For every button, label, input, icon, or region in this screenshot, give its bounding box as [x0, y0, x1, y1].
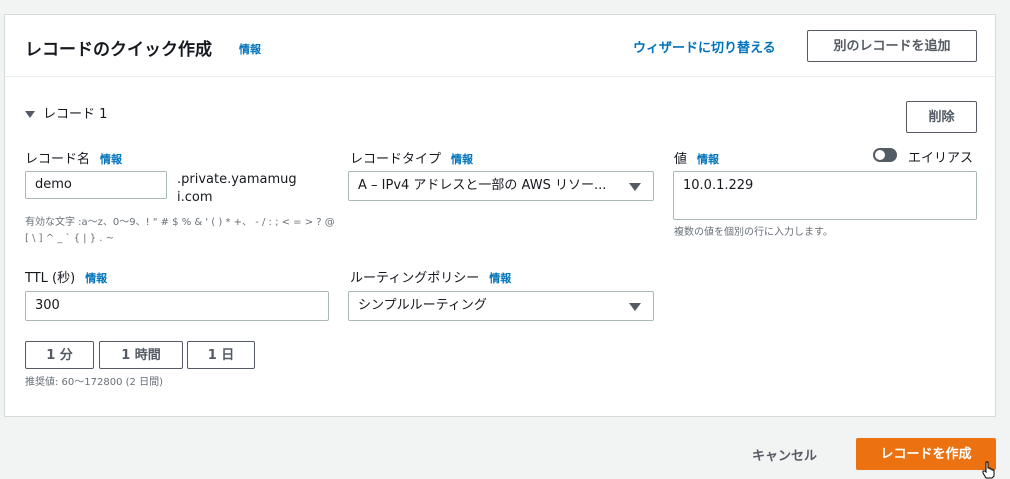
toggle-knob [875, 150, 885, 160]
alias-toggle[interactable] [873, 148, 897, 162]
routing-policy-value: シンプルルーティング [358, 298, 487, 313]
dropdown-arrow-icon [629, 183, 641, 191]
record-type-info-link[interactable]: 情報 [451, 153, 473, 166]
value-label: 値情報 [674, 148, 719, 167]
hand-cursor-icon [982, 461, 995, 479]
record-name-info-link[interactable]: 情報 [100, 153, 122, 166]
routing-policy-info-link[interactable]: 情報 [489, 272, 511, 285]
ttl-1-hour-button[interactable]: 1 時間 [99, 341, 183, 369]
routing-policy-label-text: ルーティングポリシー [350, 271, 480, 286]
record-type-select[interactable]: A – IPv4 アドレスと一部の AWS リソー... [348, 171, 654, 201]
panel-header: レコードのクイック作成 情報 ウィザードに切り替える 別のレコードを追加 [5, 15, 995, 77]
record-type-label-text: レコードタイプ [350, 152, 442, 167]
create-records-button[interactable]: レコードを作成 [856, 438, 996, 470]
cancel-button[interactable]: キャンセル [752, 445, 817, 464]
switch-to-wizard-link[interactable]: ウィザードに切り替える [633, 37, 776, 56]
record-type-value: A – IPv4 アドレスと一部の AWS リソー... [358, 178, 607, 193]
ttl-hint: 推奨値: 60〜172800 (2 日間) [25, 377, 163, 388]
quick-create-panel: レコードのクイック作成 情報 ウィザードに切り替える 別のレコードを追加 レコー… [4, 14, 996, 417]
delete-record-button[interactable]: 削除 [906, 101, 977, 133]
caret-down-icon [25, 111, 35, 118]
routing-policy-label: ルーティングポリシー 情報 [350, 267, 511, 286]
page-title: レコードのクイック作成 [25, 40, 212, 60]
ttl-info-link[interactable]: 情報 [85, 272, 107, 285]
value-label-text: 値 [674, 152, 688, 167]
value-info-link[interactable]: 情報 [697, 153, 719, 166]
title-info-link[interactable]: 情報 [239, 41, 261, 57]
record-1-expander[interactable]: レコード 1 [25, 103, 107, 122]
record-type-label: レコードタイプ 情報 [350, 148, 473, 167]
dropdown-arrow-icon [629, 303, 641, 311]
domain-suffix: .private.yamamugi.com [177, 172, 297, 205]
ttl-label: TTL (秒) 情報 [25, 267, 107, 286]
record-name-label: レコード名 情報 [25, 148, 122, 167]
routing-policy-select[interactable]: シンプルルーティング [348, 291, 654, 321]
record-name-input[interactable]: demo [25, 171, 167, 199]
ttl-1-day-button[interactable]: 1 日 [187, 341, 255, 369]
ttl-input[interactable]: 300 [25, 291, 329, 321]
value-hint: 複数の値を個別の行に入力します。 [674, 227, 833, 238]
add-another-record-button[interactable]: 別のレコードを追加 [807, 30, 977, 62]
record-name-label-text: レコード名 [25, 152, 91, 167]
value-textarea[interactable]: 10.0.1.229 [673, 171, 977, 220]
ttl-label-text: TTL (秒) [25, 271, 76, 286]
alias-label: エイリアス [908, 151, 974, 166]
ttl-1-minute-button[interactable]: 1 分 [25, 341, 94, 369]
record-1-label: レコード 1 [43, 107, 108, 122]
record-name-hint: 有効な文字 :a〜z、0〜9、! " # $ % & ' ( ) * +、 - … [25, 217, 335, 244]
